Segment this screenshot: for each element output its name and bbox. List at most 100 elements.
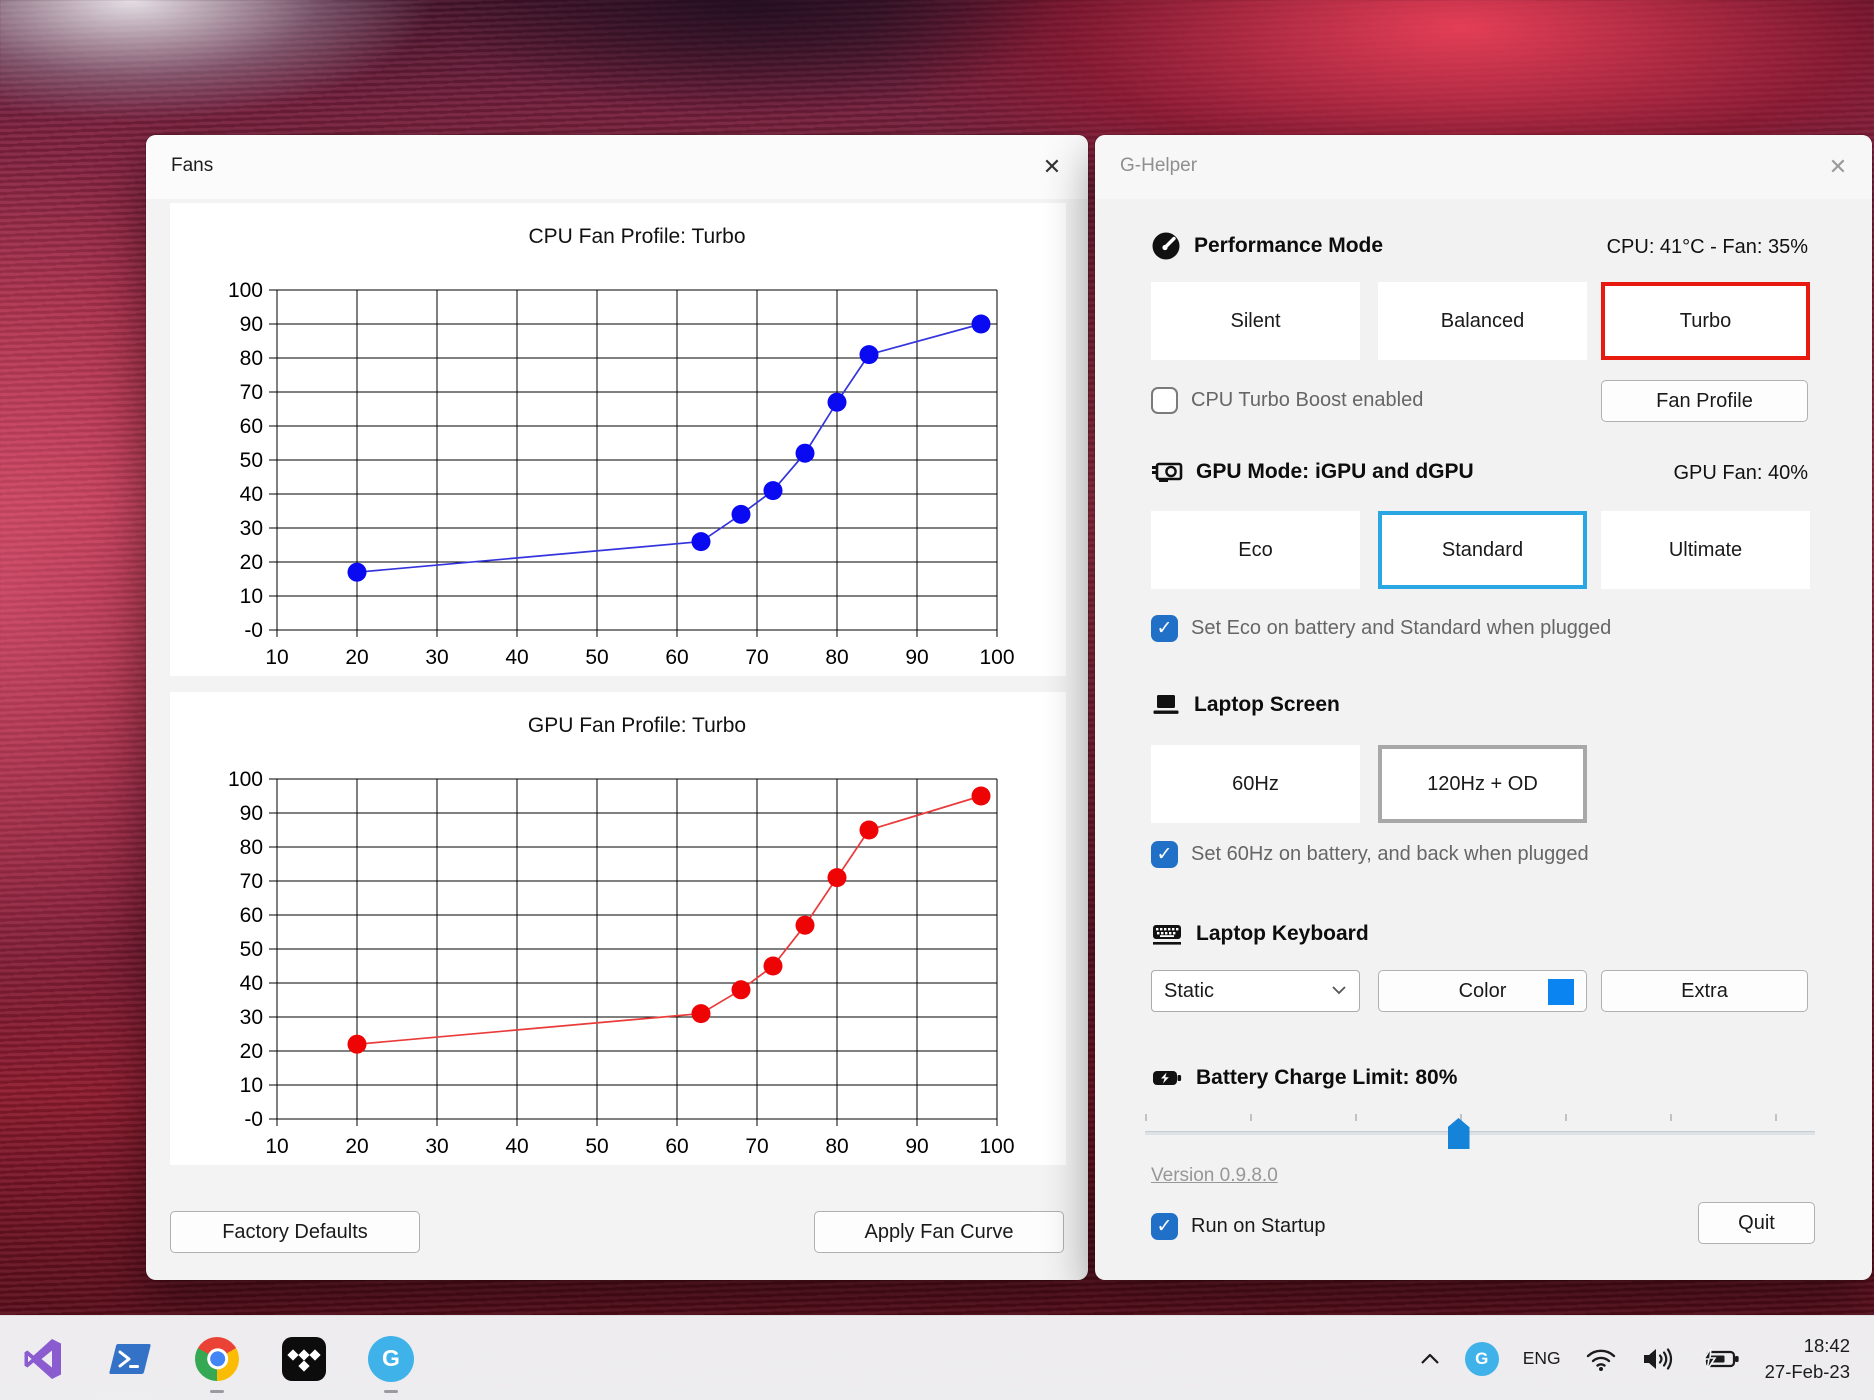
keyboard-extra-button[interactable]: Extra: [1601, 970, 1808, 1012]
gpu-fan-chart-svg[interactable]: GPU Fan Profile: Turbo102030405060708090…: [170, 692, 1066, 1165]
slider-track[interactable]: [1145, 1131, 1815, 1135]
close-icon[interactable]: ✕: [1034, 149, 1070, 185]
x-tick-label: 90: [905, 646, 928, 669]
fan-curve-point[interactable]: [692, 532, 711, 551]
balanced-mode-button[interactable]: Balanced: [1378, 282, 1587, 360]
screen-auto-checkbox[interactable]: ✓: [1151, 841, 1178, 868]
fan-profile-button[interactable]: Fan Profile: [1601, 380, 1808, 422]
chrome-icon[interactable]: [194, 1336, 240, 1382]
fan-curve-point[interactable]: [732, 980, 751, 999]
y-tick-label: 90: [240, 313, 263, 336]
y-tick-label: 30: [240, 517, 263, 540]
eco-gpu-button[interactable]: Eco: [1151, 511, 1360, 589]
system-tray: G ENG 18:42 27-Feb-23: [1419, 1316, 1850, 1400]
fan-curve-point[interactable]: [692, 1004, 711, 1023]
battery-limit-title: Battery Charge Limit: 80%: [1196, 1066, 1457, 1090]
battery-charging-icon[interactable]: [1699, 1346, 1741, 1372]
x-tick-label: 80: [825, 1135, 848, 1158]
fan-curve-point[interactable]: [732, 505, 751, 524]
x-tick-label: 70: [745, 646, 768, 669]
ghelper-titlebar[interactable]: G-Helper ✕: [1095, 135, 1872, 199]
y-tick-label: 80: [240, 347, 263, 370]
volume-icon[interactable]: [1641, 1346, 1675, 1372]
gpu-mode-title: GPU Mode: iGPU and dGPU: [1196, 460, 1474, 484]
language-indicator[interactable]: ENG: [1523, 1348, 1561, 1369]
x-tick-label: 20: [345, 646, 368, 669]
y-tick-label: -0: [244, 619, 263, 642]
turbo-mode-button[interactable]: Turbo: [1601, 282, 1810, 360]
y-tick-label: 80: [240, 836, 263, 859]
y-tick-label: 50: [240, 938, 263, 961]
60hz-button[interactable]: 60Hz: [1151, 745, 1360, 823]
y-tick-label: 50: [240, 449, 263, 472]
running-indicator: [384, 1390, 398, 1393]
y-tick-label: 90: [240, 802, 263, 825]
slider-thumb[interactable]: [1448, 1118, 1470, 1149]
fan-curve-point[interactable]: [828, 393, 847, 412]
y-tick-label: 100: [228, 279, 263, 302]
cpu-fan-chart-svg[interactable]: CPU Fan Profile: Turbo102030405060708090…: [170, 203, 1066, 676]
taskbar-app-icons: G: [20, 1316, 414, 1400]
powershell-icon[interactable]: [107, 1336, 153, 1382]
ultimate-gpu-button[interactable]: Ultimate: [1601, 511, 1810, 589]
gpu-auto-row: ✓ Set Eco on battery and Standard when p…: [1151, 615, 1611, 642]
standard-gpu-button[interactable]: Standard: [1378, 511, 1587, 589]
x-tick-label: 40: [505, 1135, 528, 1158]
battery-limit-header: Battery Charge Limit: 80%: [1151, 1063, 1457, 1093]
wifi-icon[interactable]: [1585, 1346, 1617, 1372]
x-tick-label: 10: [265, 1135, 288, 1158]
factory-defaults-button[interactable]: Factory Defaults: [170, 1211, 420, 1253]
tidal-icon[interactable]: [281, 1336, 327, 1382]
y-tick-label: 70: [240, 381, 263, 404]
chart-grid: [269, 290, 997, 637]
y-tick-label: 10: [240, 585, 263, 608]
run-on-startup-checkbox[interactable]: ✓: [1151, 1213, 1178, 1240]
screen-auto-row: ✓ Set 60Hz on battery, and back when plu…: [1151, 841, 1589, 868]
x-tick-label: 10: [265, 646, 288, 669]
fan-curve-point[interactable]: [764, 957, 783, 976]
fan-curve-point[interactable]: [348, 1035, 367, 1054]
keyboard-backlight-select[interactable]: Static: [1151, 970, 1360, 1012]
chart-title: GPU Fan Profile: Turbo: [528, 714, 746, 737]
y-tick-label: 10: [240, 1074, 263, 1097]
fan-curve-point[interactable]: [796, 444, 815, 463]
battery-limit-slider[interactable]: [1145, 1110, 1805, 1156]
x-tick-label: 90: [905, 1135, 928, 1158]
ghelper-tray-icon[interactable]: G: [1465, 1342, 1499, 1376]
x-tick-label: 60: [665, 1135, 688, 1158]
keyboard-color-label: Color: [1459, 980, 1507, 1002]
fan-curve-point[interactable]: [764, 481, 783, 500]
fan-curve-point[interactable]: [860, 821, 879, 840]
ghelper-window-title: G-Helper: [1120, 155, 1197, 177]
fans-window-title: Fans: [171, 155, 213, 177]
x-tick-label: 40: [505, 646, 528, 669]
ghelper-taskbar-icon[interactable]: G: [368, 1336, 414, 1382]
fan-curve-line: [357, 796, 981, 1044]
gpu-fan-chart: GPU Fan Profile: Turbo102030405060708090…: [170, 692, 1066, 1165]
fan-curve-point[interactable]: [348, 563, 367, 582]
fan-curve-point[interactable]: [860, 345, 879, 364]
cpu-boost-checkbox[interactable]: [1151, 387, 1178, 414]
chevron-up-icon[interactable]: [1419, 1353, 1441, 1365]
silent-mode-button[interactable]: Silent: [1151, 282, 1360, 360]
laptop-screen-header: Laptop Screen: [1151, 690, 1340, 720]
clock[interactable]: 18:42 27-Feb-23: [1765, 1333, 1850, 1385]
120hz-od-button[interactable]: 120Hz + OD: [1378, 745, 1587, 823]
gpu-auto-checkbox[interactable]: ✓: [1151, 615, 1178, 642]
fan-curve-point[interactable]: [972, 787, 991, 806]
visual-studio-icon[interactable]: [20, 1336, 66, 1382]
y-tick-label: 60: [240, 904, 263, 927]
fan-curve-point[interactable]: [972, 315, 991, 334]
fan-curve-point[interactable]: [828, 868, 847, 887]
fan-curve-point[interactable]: [796, 916, 815, 935]
x-tick-label: 50: [585, 1135, 608, 1158]
quit-button[interactable]: Quit: [1698, 1202, 1815, 1244]
gpu-mode-header: GPU Mode: iGPU and dGPU: [1151, 457, 1474, 487]
color-swatch[interactable]: [1548, 979, 1574, 1005]
keyboard-color-button[interactable]: Color: [1378, 970, 1587, 1012]
laptop-keyboard-title: Laptop Keyboard: [1196, 922, 1369, 946]
version-link[interactable]: Version 0.9.8.0: [1151, 1165, 1278, 1187]
close-icon[interactable]: ✕: [1820, 149, 1856, 185]
fans-titlebar[interactable]: Fans ✕: [146, 135, 1088, 199]
apply-fan-curve-button[interactable]: Apply Fan Curve: [814, 1211, 1064, 1253]
